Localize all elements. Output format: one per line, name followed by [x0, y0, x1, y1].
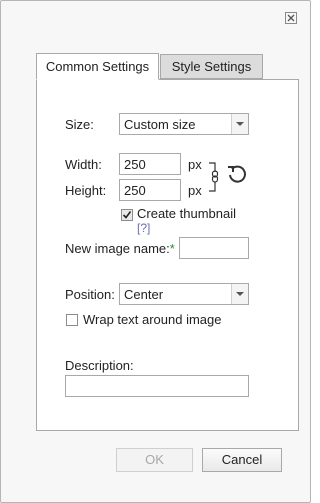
create-thumbnail-label: Create thumbnail: [137, 206, 236, 221]
new-image-name-label-text: New image name:: [65, 241, 170, 256]
reset-size-icon[interactable]: [226, 163, 248, 188]
height-input[interactable]: [119, 179, 181, 201]
dialog-titlebar: [1, 1, 310, 35]
common-settings-panel: Size: Custom size Width: px Height: px: [36, 79, 299, 431]
size-label: Size:: [65, 117, 94, 132]
create-thumbnail-checkbox[interactable]: [121, 209, 133, 221]
size-select[interactable]: Custom size: [119, 113, 249, 135]
size-select-value: Custom size: [124, 117, 196, 132]
chevron-down-icon[interactable]: [231, 114, 248, 134]
chevron-down-icon[interactable]: [231, 284, 248, 304]
description-label: Description:: [65, 358, 134, 373]
position-label: Position:: [65, 287, 115, 302]
height-unit: px: [188, 183, 202, 198]
new-image-name-label: New image name:*: [65, 241, 175, 256]
cancel-button[interactable]: Cancel: [202, 448, 282, 472]
position-select-value: Center: [124, 287, 164, 302]
tab-style-settings[interactable]: Style Settings: [160, 54, 263, 79]
ok-button[interactable]: OK: [116, 448, 193, 472]
new-image-name-input[interactable]: [179, 237, 249, 259]
tab-common-settings[interactable]: Common Settings: [36, 53, 159, 80]
constrain-proportions-chain-icon[interactable]: [208, 162, 220, 195]
wrap-text-checkbox[interactable]: [66, 314, 78, 326]
width-label: Width:: [65, 157, 102, 172]
width-input[interactable]: [119, 153, 181, 175]
position-select[interactable]: Center: [119, 283, 249, 305]
wrap-text-label: Wrap text around image: [83, 312, 222, 327]
help-link[interactable]: [?]: [137, 221, 150, 235]
close-icon[interactable]: [284, 11, 298, 25]
description-input[interactable]: [65, 375, 249, 397]
image-properties-dialog: Common Settings Style Settings Size: Cus…: [0, 0, 311, 503]
height-label: Height:: [65, 183, 107, 198]
width-unit: px: [188, 157, 202, 172]
required-marker: *: [169, 241, 175, 256]
